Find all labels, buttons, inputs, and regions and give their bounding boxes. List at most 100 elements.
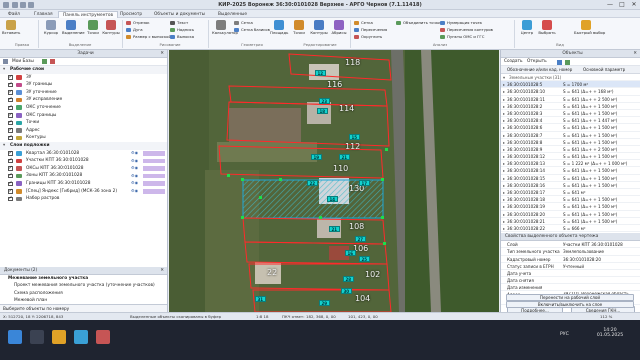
- parcel-badge[interactable]: 12: [315, 70, 326, 76]
- object-search-footer[interactable]: Выберите объекты по номеру: [0, 304, 167, 312]
- parcel-badge[interactable]: 22: [307, 180, 318, 186]
- quick-select-button[interactable]: Быстрый выбор: [574, 20, 605, 40]
- tab-view[interactable]: Просмотр: [116, 11, 146, 18]
- layer-checkbox[interactable]: [8, 97, 13, 103]
- layer-settings-icon[interactable]: ⚙◉: [131, 181, 141, 186]
- layer-checkbox[interactable]: [8, 104, 13, 111]
- grid-tool[interactable]: Сетка: [234, 20, 253, 26]
- layer-checkbox[interactable]: [8, 180, 13, 187]
- abris-button[interactable]: Абрисы: [330, 20, 348, 40]
- text-tool[interactable]: Текст: [170, 20, 188, 26]
- tab-toolbar[interactable]: Панель инструментов: [58, 11, 119, 18]
- object-row[interactable]: ▸ 36:30:0101028:12 S = 641 (Δ=+ + 1 500 м²…: [501, 153, 640, 161]
- layer-row[interactable]: Точки: [0, 119, 167, 127]
- backing-layer-row[interactable]: Квартал 36:30:0101028 ⚙◉: [0, 150, 167, 158]
- parcel-badge[interactable]: 19: [311, 154, 322, 160]
- parcel-badge[interactable]: 21: [339, 154, 350, 160]
- search-icon[interactable]: [30, 330, 44, 344]
- points2-button[interactable]: Точки: [290, 20, 308, 40]
- document-item[interactable]: Межевание земельного участка: [0, 275, 167, 283]
- document-item[interactable]: Проект межевания земельного участка (уто…: [0, 282, 167, 290]
- parcel-badge[interactable]: 31: [255, 296, 266, 302]
- pick-button[interactable]: Выбрать: [538, 20, 556, 40]
- points-button[interactable]: Точки: [84, 20, 102, 40]
- maximize-button[interactable]: □: [616, 1, 628, 9]
- my-layers-button[interactable]: Мои Базы: [12, 58, 34, 66]
- layer-row[interactable]: ЗУ исправление: [0, 96, 167, 104]
- start-icon[interactable]: [8, 330, 22, 344]
- dimension-tool[interactable]: Размер с выноской: [126, 34, 171, 40]
- backing-layer-row[interactable]: [Спец] Яндекс [Гибрид] (МСК-36 зона 2) ⚙◉: [0, 188, 167, 196]
- layer-settings-icon[interactable]: ⚙◉: [131, 188, 141, 194]
- parcel-badge[interactable]: 23: [319, 98, 330, 104]
- parcel-badge[interactable]: 30: [341, 288, 352, 294]
- parcel-badge[interactable]: 29: [319, 300, 330, 306]
- layer-settings-icon[interactable]: ⚙◉: [131, 158, 141, 164]
- object-row[interactable]: ▸ 36:30:0101028:19 S = 641 (Δ=+ + 1 500 м²…: [501, 203, 640, 211]
- filter-icon[interactable]: [557, 59, 562, 65]
- layer-row[interactable]: Адрес: [0, 127, 167, 135]
- object-row[interactable]: ▸ 36:30:0101028:13 S = 1 222 м² (Δ=+ + 1 0…: [501, 160, 640, 168]
- object-row[interactable]: ▸ 36:30:0101028:8 S = 641 (Δ=+ + 1 500 м²): [501, 139, 640, 146]
- layer-opacity-bar[interactable]: [143, 173, 165, 179]
- object-row[interactable]: ▸ 36:30:0101028:15 S = 641 (Δ=+ + 1 500 м²…: [501, 175, 640, 182]
- parcel-badge[interactable]: 28: [343, 276, 354, 282]
- object-row[interactable]: ▸ 36:30:0101028:20 S = 641 (Δ=+ + 1 500 м²…: [501, 211, 640, 218]
- layer-checkbox[interactable]: [8, 112, 13, 119]
- parcel-badge[interactable]: 17: [359, 180, 370, 186]
- backing-layer-row[interactable]: Границы КПТ 36:30:0101028 ⚙◉: [0, 180, 167, 188]
- documents-close-icon[interactable]: ✕: [160, 267, 164, 275]
- layer-row[interactable]: ЗУ уточнение: [0, 89, 167, 97]
- layer-checkbox[interactable]: [8, 119, 13, 126]
- property-row[interactable]: Дата учета: [501, 270, 640, 278]
- object-row[interactable]: ▸ 36:30:0101028:17 S = 641 м²: [501, 189, 640, 197]
- calculator-button[interactable]: Калькулятор: [212, 20, 238, 40]
- browser-icon[interactable]: [74, 330, 88, 344]
- object-row[interactable]: ▸ 36:30:0101028:22 S = 666 м²: [501, 225, 640, 233]
- property-row[interactable]: Кадастровый номер 36:30:0101028:20: [501, 256, 640, 263]
- layer-opacity-bar[interactable]: [143, 166, 165, 171]
- contour-intersections-tool[interactable]: Пересечения контуров: [440, 27, 493, 33]
- app-taskbar-icon[interactable]: [96, 330, 110, 344]
- backing-layer-row[interactable]: ОКСы КПТ 36:30:0101028 ⚙◉: [0, 165, 167, 173]
- toggle-layer-button[interactable]: Включить/выключить на слое: [506, 301, 634, 308]
- keyboard-language[interactable]: РУС: [560, 332, 569, 337]
- intersections-tool[interactable]: Пересечения: [354, 27, 387, 33]
- panel-close-icon[interactable]: ✕: [160, 50, 164, 58]
- object-row[interactable]: ▸ 36:30:0101028:3 S = 641 (Δ=+ + 1 500 м²): [501, 110, 640, 118]
- object-row[interactable]: ▸ 36:30:0101028:11 S = 641 (Δ=+ + 2 500 м²…: [501, 96, 640, 103]
- layer-row[interactable]: Контуры: [0, 134, 167, 142]
- object-row[interactable]: ▸ 36:30:0101028:21 S = 641 (Δ=+ + 1 500 м²…: [501, 218, 640, 225]
- objects-close-icon[interactable]: ✕: [633, 50, 637, 58]
- basis-grid-tool[interactable]: Сетка базисов: [234, 27, 270, 33]
- tab-home[interactable]: Главная: [30, 11, 57, 18]
- layers-menu-icon[interactable]: [3, 59, 8, 64]
- taskbar-clock[interactable]: 14:20 01.05.2025: [590, 328, 630, 338]
- arc-tool[interactable]: Дуга: [126, 27, 143, 33]
- remove-layer-icon[interactable]: [50, 59, 55, 64]
- explorer-icon[interactable]: [52, 330, 66, 344]
- object-row[interactable]: ▸ 36:30:0101028:16 S = 641 (Δ=+ + 1 500 м²…: [501, 182, 640, 189]
- layer-opacity-bar[interactable]: [143, 181, 165, 186]
- object-row[interactable]: ▸ 36:30:0101028:7 S = 641 (Δ=+ + 1 500 м²): [501, 132, 640, 139]
- object-row[interactable]: ▸ 36:30:0101028:6 S = 641 (Δ=+ + 1 500 м²): [501, 124, 640, 132]
- property-row[interactable]: Дата снятия: [501, 277, 640, 285]
- column-header-designation[interactable]: Обозначение и/или кад. номер: [507, 66, 572, 74]
- object-row[interactable]: ▸ 36:30:0101028:9 S = 641 (Δ=+ + 2 500 м²): [501, 146, 640, 154]
- select-button[interactable]: Выделение: [62, 20, 85, 40]
- layer-opacity-bar[interactable]: [143, 158, 165, 164]
- center-button[interactable]: Центр: [518, 20, 536, 40]
- area-button[interactable]: Площадь: [270, 20, 288, 40]
- layer-checkbox[interactable]: [8, 157, 13, 164]
- parcel-badge[interactable]: 14: [327, 196, 338, 202]
- grid2-tool[interactable]: Сетка: [354, 20, 373, 26]
- contours2-button[interactable]: Контуры: [310, 20, 328, 40]
- round-tool[interactable]: Округлить: [354, 34, 382, 40]
- refresh-icon[interactable]: [565, 59, 570, 65]
- layer-checkbox[interactable]: [8, 89, 13, 96]
- tab-selected[interactable]: Выделенные: [214, 11, 251, 18]
- layer-checkbox[interactable]: [8, 81, 13, 88]
- property-row[interactable]: Дата изменения: [501, 284, 640, 292]
- move-to-working-layer-button[interactable]: Перенести на рабочий слой: [506, 294, 634, 301]
- parcel-badge[interactable]: 27: [355, 236, 366, 242]
